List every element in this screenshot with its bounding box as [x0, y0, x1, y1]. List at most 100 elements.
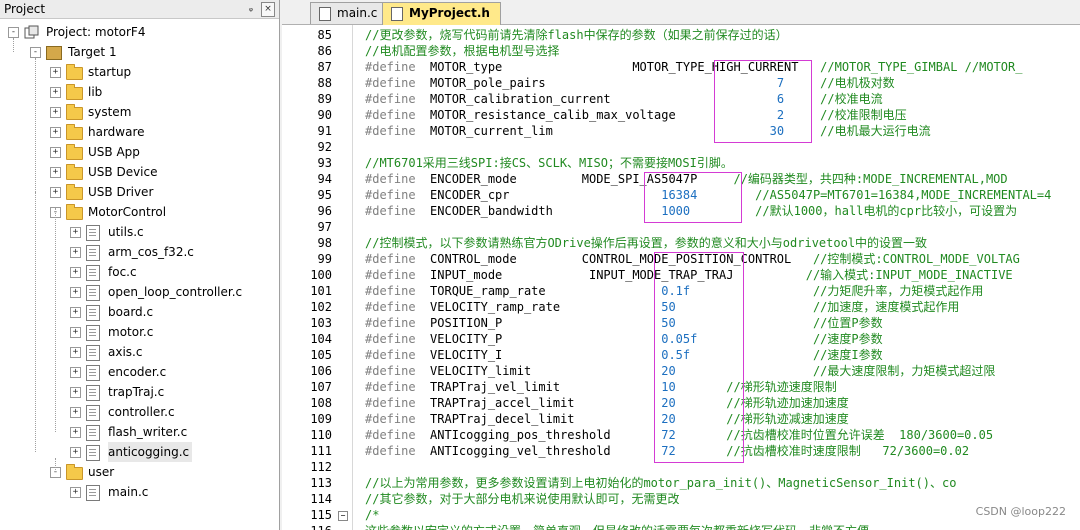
code-line[interactable]: #define MOTOR_type MOTOR_TYPE_HIGH_CURRE…: [365, 59, 1022, 75]
code-line[interactable]: //电机配置参数，根据电机型号选择: [365, 43, 559, 59]
expand-icon[interactable]: +: [50, 147, 61, 158]
tree-file[interactable]: + encoder.c: [0, 362, 276, 382]
line-number: 115: [310, 508, 332, 522]
collapse-icon[interactable]: -: [8, 27, 19, 38]
code-line[interactable]: #define TRAPTraj_vel_limit 10 //梯形轨迹速度限制: [365, 379, 837, 395]
expand-icon[interactable]: +: [70, 447, 81, 458]
code-text: VELOCITY_limit: [415, 364, 662, 378]
code-line[interactable]: //MT6701采用三线SPI:接CS、SCLK、MISO；不需要接MOSI引脚…: [365, 155, 733, 171]
line-number: 88: [317, 76, 332, 90]
tab-main-c[interactable]: main.c: [310, 2, 389, 24]
pin-icon[interactable]: ᵩ: [245, 2, 257, 15]
code-text: ANTIcogging_pos_threshold: [415, 428, 662, 442]
tab-myproject-h[interactable]: MyProject.h: [382, 2, 501, 25]
tree-connector: [35, 58, 36, 192]
code-comment: //最大速度限制，力矩模式超过限: [812, 364, 996, 378]
tree-item-label: lib: [88, 85, 103, 99]
tree-group[interactable]: + USB Device: [0, 162, 276, 182]
code-line[interactable]: //控制模式，以下参数请熟练官方ODrive操作后再设置，参数的意义和大小与od…: [365, 235, 927, 251]
close-icon[interactable]: ×: [261, 2, 275, 17]
fold-toggle-icon[interactable]: −: [338, 511, 348, 521]
tree-file[interactable]: + anticogging.c: [0, 442, 276, 462]
expand-icon[interactable]: +: [50, 187, 61, 198]
expand-icon[interactable]: +: [70, 427, 81, 438]
code-line[interactable]: #define MOTOR_pole_pairs 7 //电机极对数: [365, 75, 895, 91]
tree-file[interactable]: + motor.c: [0, 322, 276, 342]
tree-group[interactable]: + lib: [0, 82, 276, 102]
tree-file[interactable]: + main.c: [0, 482, 276, 502]
code-line[interactable]: 这些参数以宏定义的方式设置，简单直观，但是修改的话需要每次都重新烧写代码，非常不…: [365, 523, 869, 530]
code-keyword: #define: [365, 124, 416, 138]
tree-file[interactable]: + controller.c: [0, 402, 276, 422]
expand-icon[interactable]: +: [70, 407, 81, 418]
code-text: ANTIcogging_vel_threshold: [415, 444, 662, 458]
code-keyword: #define: [365, 188, 416, 202]
code-comment: /*: [365, 508, 380, 522]
line-number: 98: [317, 236, 332, 250]
expand-icon[interactable]: +: [50, 87, 61, 98]
expand-icon[interactable]: +: [50, 167, 61, 178]
tree-file[interactable]: + trapTraj.c: [0, 382, 276, 402]
code-comment: //MT6701采用三线SPI:接CS、SCLK、MISO；不需要接MOSI引脚…: [365, 156, 733, 170]
expand-icon[interactable]: +: [70, 387, 81, 398]
tree-group-motorcontrol[interactable]: - MotorControl: [0, 202, 276, 222]
code-line[interactable]: //以上为常用参数，更多参数设置请到上电初始化的motor_para_init(…: [365, 475, 956, 491]
expand-icon[interactable]: +: [50, 107, 61, 118]
expand-icon[interactable]: +: [70, 347, 81, 358]
expand-icon[interactable]: +: [50, 127, 61, 138]
expand-icon[interactable]: +: [70, 367, 81, 378]
tree-item-label: utils.c: [108, 225, 144, 239]
line-number: 103: [310, 316, 332, 330]
expand-icon[interactable]: +: [50, 67, 61, 78]
code-line[interactable]: #define MOTOR_current_lim 30 //电机最大运行电流: [365, 123, 931, 139]
code-line[interactable]: //其它参数，对于大部分电机来说使用默认即可，无需更改: [365, 491, 679, 507]
code-line[interactable]: #define TRAPTraj_decel_limit 20 //梯形轨迹减速…: [365, 411, 849, 427]
tree-file[interactable]: + foc.c: [0, 262, 276, 282]
highlight-box-motor-values: [714, 60, 812, 143]
project-panel: Project ᵩ × - Project: motorF4- Target 1 + s…: [0, 0, 280, 530]
code-line[interactable]: #define POSITION_P 50 //位置P参数: [365, 315, 883, 331]
tree-file[interactable]: + open_loop_controller.c: [0, 282, 276, 302]
code-line[interactable]: #define MOTOR_resistance_calib_max_volta…: [365, 107, 907, 123]
tree-file[interactable]: + board.c: [0, 302, 276, 322]
tree-group[interactable]: + USB Driver: [0, 182, 276, 202]
line-number: 108: [310, 396, 332, 410]
tree-file[interactable]: + arm_cos_f32.c: [0, 242, 276, 262]
code-keyword: #define: [365, 444, 416, 458]
expand-icon[interactable]: +: [70, 227, 81, 238]
expand-icon[interactable]: +: [70, 487, 81, 498]
expand-icon[interactable]: +: [70, 247, 81, 258]
expand-icon[interactable]: +: [70, 287, 81, 298]
tree-item-label: hardware: [88, 125, 145, 139]
code-line[interactable]: #define VELOCITY_I 0.5f //速度I参数: [365, 347, 883, 363]
code-text: VELOCITY_I: [415, 348, 662, 362]
tree-root-project[interactable]: - Project: motorF4: [0, 22, 276, 42]
tree-group[interactable]: + system: [0, 102, 276, 122]
code-comment: //电机极对数: [820, 76, 895, 90]
tree-group[interactable]: + USB App: [0, 142, 276, 162]
code-line[interactable]: //更改参数，烧写代码前请先清除flash中保存的参数（如果之前保存过的话）: [365, 27, 788, 43]
line-number: 102: [310, 300, 332, 314]
tree-file[interactable]: + utils.c: [0, 222, 276, 242]
collapse-icon[interactable]: -: [30, 47, 41, 58]
watermark: CSDN @loop222: [975, 505, 1066, 518]
code-text: POSITION_P: [415, 316, 662, 330]
tree-file[interactable]: + axis.c: [0, 342, 276, 362]
code-line[interactable]: /*: [365, 507, 379, 523]
folder-icon: [66, 184, 83, 200]
tab-label: MyProject.h: [409, 6, 490, 20]
tab-label: main.c: [337, 6, 378, 20]
tree-group[interactable]: + hardware: [0, 122, 276, 142]
expand-icon[interactable]: +: [70, 267, 81, 278]
tree-group-user[interactable]: - user: [0, 462, 276, 482]
expand-icon[interactable]: +: [70, 327, 81, 338]
code-line[interactable]: #define VELOCITY_P 0.05f //速度P参数: [365, 331, 883, 347]
tree-group[interactable]: + startup: [0, 62, 276, 82]
code-editor[interactable]: 85 86 87 88 89 90 91 92 93 94 95 96 97 98 99 100 101 102 1…: [282, 25, 1080, 530]
file-icon: [86, 325, 100, 341]
expand-icon[interactable]: +: [70, 307, 81, 318]
line-number: 86: [317, 44, 332, 58]
code-line[interactable]: #define TRAPTraj_accel_limit 20 //梯形轨迹加速…: [365, 395, 849, 411]
tree-file[interactable]: + flash_writer.c: [0, 422, 276, 442]
tree-target[interactable]: - Target 1: [0, 42, 276, 62]
